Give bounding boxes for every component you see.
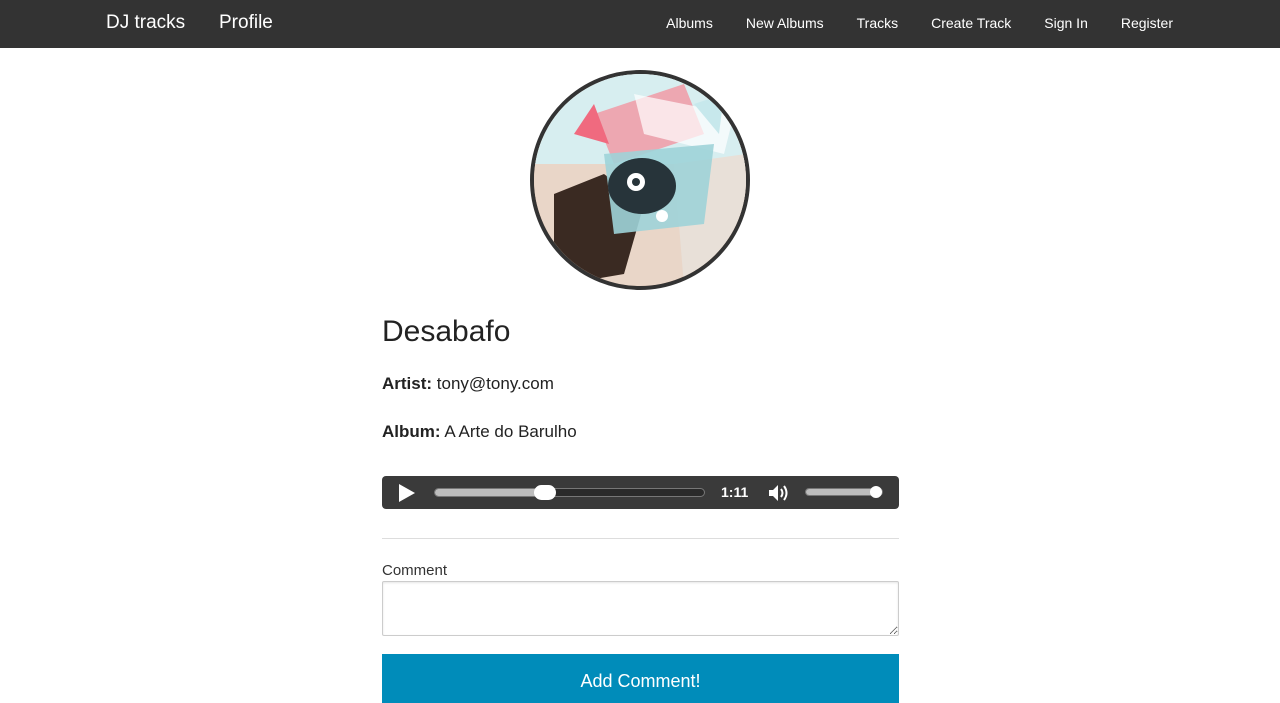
nav-link-register[interactable]: Register xyxy=(1121,15,1173,31)
album-line: Album: A Arte do Barulho xyxy=(382,422,899,442)
audio-player: 1:11 xyxy=(382,476,899,509)
nav-link-new-albums[interactable]: New Albums xyxy=(746,15,824,31)
track-title: Desabafo xyxy=(382,315,511,348)
seek-progress xyxy=(435,489,546,496)
artist-line: Artist: tony@tony.com xyxy=(382,374,899,394)
add-comment-button[interactable]: Add Comment! xyxy=(382,654,899,703)
nav-links: Albums New Albums Tracks Create Track Si… xyxy=(666,15,1173,31)
artist-value: tony@tony.com xyxy=(436,374,554,393)
volume-slider[interactable] xyxy=(805,486,883,498)
seek-handle[interactable] xyxy=(534,485,557,500)
nav-link-albums[interactable]: Albums xyxy=(666,15,713,31)
nav-link-tracks[interactable]: Tracks xyxy=(857,15,898,31)
top-navbar: DJ tracks Profile Albums New Albums Trac… xyxy=(0,0,1280,48)
divider xyxy=(382,538,899,539)
seek-bar[interactable] xyxy=(434,485,705,500)
play-icon[interactable] xyxy=(399,484,415,502)
album-cover-image xyxy=(530,70,750,290)
brand-link[interactable]: DJ tracks xyxy=(106,12,185,34)
volume-icon[interactable] xyxy=(767,483,793,503)
track-details: Desabafo Artist: tony@tony.com Album: A … xyxy=(382,310,899,442)
nav-link-sign-in[interactable]: Sign In xyxy=(1044,15,1088,31)
nav-link-create-track[interactable]: Create Track xyxy=(931,15,1011,31)
album-label: Album: xyxy=(382,422,441,441)
comment-textarea[interactable] xyxy=(382,581,899,636)
album-value: A Arte do Barulho xyxy=(444,422,577,441)
time-display: 1:11 xyxy=(721,484,749,500)
volume-handle[interactable] xyxy=(870,486,882,498)
comment-label: Comment xyxy=(382,562,448,579)
artist-label: Artist: xyxy=(382,374,433,393)
profile-link[interactable]: Profile xyxy=(219,12,273,34)
